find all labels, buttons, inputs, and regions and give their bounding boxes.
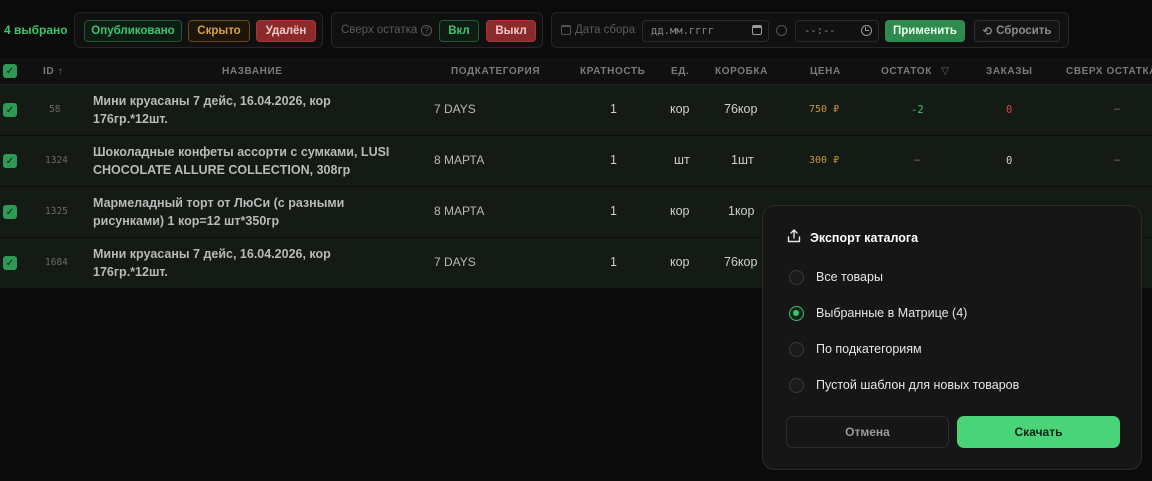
row-multiplicity: 1 [610,102,617,116]
reset-button[interactable]: ⟲ Сбросить [974,20,1060,42]
status-filter-group: Опубликовано Скрыто Удалён [74,12,323,48]
export-option-all[interactable]: Все товары [789,268,883,286]
row-over-stock: – [1114,154,1121,166]
export-option-selected[interactable]: Выбранные в Матрице (4) [789,304,967,322]
header-id[interactable]: ID ↑ [43,66,63,77]
radio-button[interactable] [789,377,804,393]
over-stock-label: Сверх остатка ? [341,24,433,36]
header-box[interactable]: КОРОБКА [715,66,768,77]
row-box: 1шт [731,153,754,167]
over-stock-off-button[interactable]: Выкл [486,20,536,42]
row-box: 1кор [728,204,755,218]
row-stock: – [914,154,921,166]
row-unit: кор [670,255,690,269]
header-stock[interactable]: ОСТАТОК ▽ [881,66,950,77]
over-stock-on-button[interactable]: Вкл [439,20,479,42]
header-unit[interactable]: ЕД. [671,66,689,77]
row-multiplicity: 1 [610,204,617,218]
row-subcategory: 7 DAYS [434,102,476,116]
date-filter-group: Дата сбора дд.мм.гггг --:-- Применить ⟲ … [551,12,1069,48]
row-name[interactable]: Шоколадные конфеты ассорти с сумками, LU… [93,143,403,179]
table-header: ✓ ID ↑ НАЗВАНИЕ ПОДКАТЕГОРИЯ КРАТНОСТЬ Е… [0,58,1152,85]
cancel-button[interactable]: Отмена [786,416,949,448]
deleted-button[interactable]: Удалён [256,20,316,42]
row-id: 58 [49,104,61,115]
row-id: 1324 [45,155,68,166]
row-stock: -2 [911,104,924,116]
download-button[interactable]: Скачать [957,416,1120,448]
row-orders: 0 [1006,104,1013,116]
over-stock-group: Сверх остатка ? Вкл Выкл [331,12,543,48]
row-subcategory: 8 МАРТА [434,204,485,218]
row-box: 76кор [724,102,758,116]
export-option-empty-template[interactable]: Пустой шаблон для новых товаров [789,376,1019,394]
row-id: 1325 [45,206,68,217]
time-picker-icon[interactable] [861,25,872,36]
table-row[interactable]: ✓ 1324 Шоколадные конфеты ассорти с сумк… [0,136,1152,187]
row-unit: шт [674,153,690,167]
row-checkbox[interactable]: ✓ [3,154,17,168]
date-label: Дата сбора [561,24,635,36]
row-unit: кор [670,204,690,218]
table-row[interactable]: ✓ 58 Мини круасаны 7 дейс, 16.04.2026, к… [0,85,1152,136]
upload-icon [787,229,801,243]
row-multiplicity: 1 [610,153,617,167]
export-option-subcategories[interactable]: По подкатегориям [789,340,922,358]
hidden-button[interactable]: Скрыто [188,20,250,42]
select-all-checkbox[interactable]: ✓ [3,64,17,78]
toolbar: 4 выбрано Опубликовано Скрыто Удалён Све… [0,0,1152,58]
row-checkbox[interactable]: ✓ [3,256,17,270]
row-box: 76кор [724,255,758,269]
header-orders[interactable]: ЗАКАЗЫ [986,66,1032,77]
header-subcategory[interactable]: ПОДКАТЕГОРИЯ [451,66,540,77]
calendar-picker-icon[interactable] [752,25,762,35]
calendar-icon [561,25,571,35]
header-multiplicity[interactable]: КРАТНОСТЬ [580,66,645,77]
radio-button-selected[interactable] [789,305,804,321]
help-icon[interactable]: ? [421,24,433,36]
reset-icon: ⟲ [982,26,993,38]
radio-button[interactable] [789,341,804,357]
filter-icon[interactable]: ▽ [941,66,949,77]
header-over-stock[interactable]: СВЕРХ ОСТАТКА [1066,66,1152,77]
row-checkbox[interactable]: ✓ [3,103,17,117]
row-multiplicity: 1 [610,255,617,269]
export-catalog-modal: Экспорт каталога Все товары Выбранные в … [762,205,1142,470]
header-name[interactable]: НАЗВАНИЕ [222,66,283,77]
row-orders: 0 [1006,155,1013,167]
clock-icon [776,25,787,36]
time-input[interactable]: --:-- [795,20,879,42]
row-name[interactable]: Мини круасаны 7 дейс, 16.04.2026, кор 17… [93,92,403,128]
radio-button[interactable] [789,269,804,285]
modal-title: Экспорт каталога [810,231,919,245]
row-over-stock: – [1114,103,1121,115]
row-subcategory: 8 МАРТА [434,153,485,167]
apply-button[interactable]: Применить [885,20,965,42]
row-price: 300 ₽ [809,155,840,166]
row-unit: кор [670,102,690,116]
row-name[interactable]: Мини круасаны 7 дейс, 16.04.2026, кор 17… [93,245,403,281]
selected-count: 4 выбрано [4,23,68,37]
row-subcategory: 7 DAYS [434,255,476,269]
published-button[interactable]: Опубликовано [84,20,182,42]
row-name[interactable]: Мармеладный торт от ЛюСи (с разными рису… [93,194,403,230]
date-input[interactable]: дд.мм.гггг [642,20,769,42]
row-price: 750 ₽ [809,104,840,115]
row-checkbox[interactable]: ✓ [3,205,17,219]
row-id: 1684 [45,257,68,268]
header-price[interactable]: ЦЕНА [810,66,841,77]
